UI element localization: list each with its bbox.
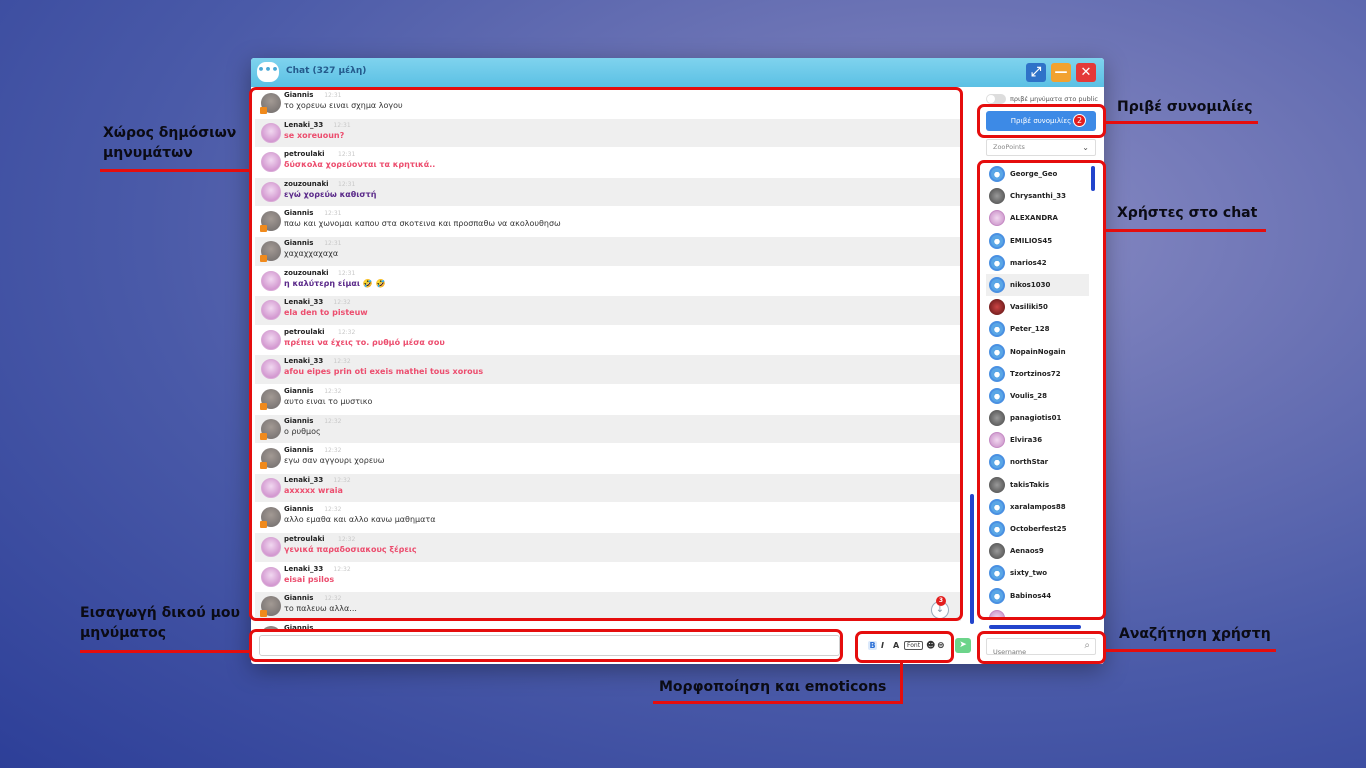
message-row: Giannis — [255, 622, 961, 629]
highlight-message-input — [249, 629, 843, 662]
close-button[interactable]: ✕ — [1076, 63, 1096, 82]
chevron-down-icon: ⌄ — [1082, 143, 1089, 152]
label-own-message: Εισαγωγή δικού μου μηνύματος — [80, 603, 240, 643]
label-formatting: Μορφοποίηση και emoticons — [659, 679, 887, 695]
label-user-search: Αναζήτηση χρήστη — [1119, 626, 1271, 642]
messages-scrollbar[interactable] — [970, 494, 974, 624]
label-public-area-text: Χώρος δημόσιων μηνυμάτων — [103, 125, 237, 161]
label-private-chats: Πριβέ συνομιλίες — [1117, 99, 1253, 115]
window-title: Chat (327 μέλη) — [286, 66, 367, 76]
underline-private-chats — [1104, 121, 1258, 124]
users-horizontal-scrollbar[interactable] — [989, 625, 1081, 629]
label-users-in-chat: Χρήστες στο chat — [1117, 205, 1258, 221]
highlight-users — [977, 160, 1106, 620]
points-select[interactable]: ZooPoints ⌄ — [986, 139, 1096, 156]
minimize-button[interactable]: — — [1051, 63, 1071, 82]
underline-user-search — [1104, 649, 1276, 652]
highlight-formatting — [855, 631, 954, 663]
label-public-area: Χώρος δημόσιων μηνυμάτων — [103, 123, 236, 163]
highlight-public-area — [249, 87, 963, 621]
connector-formatting — [900, 661, 903, 703]
points-select-value: ZooPoints — [993, 143, 1025, 151]
chat-bubble-icon: ••• — [257, 62, 279, 82]
highlight-user-search — [977, 631, 1106, 664]
toggle-label: πριβέ μηνύματα στο public — [1010, 95, 1098, 103]
underline-public-area — [100, 169, 251, 172]
underline-users — [1104, 229, 1266, 232]
titlebar: ••• Chat (327 μέλη) ⤢ — ✕ — [251, 58, 1104, 87]
label-own-message-text: Εισαγωγή δικού μου μηνύματος — [80, 605, 240, 641]
maximize-button[interactable]: ⤢ — [1026, 63, 1046, 82]
public-private-toggle[interactable] — [986, 94, 1006, 104]
underline-formatting — [653, 701, 903, 704]
highlight-private-chats — [977, 104, 1106, 138]
underline-message-input — [80, 650, 251, 653]
send-button[interactable]: ➤ — [955, 638, 971, 653]
